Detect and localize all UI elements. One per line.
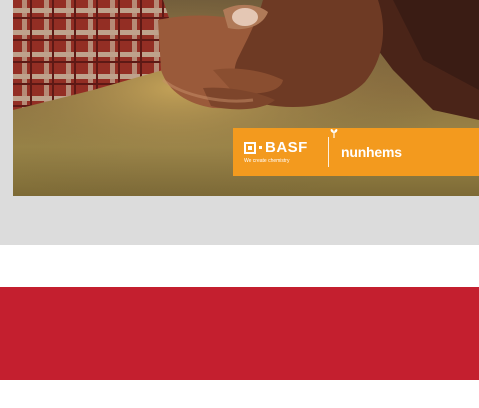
basf-square-icon <box>244 141 256 154</box>
section-spacer <box>0 245 479 287</box>
basf-dot-icon <box>259 146 262 149</box>
basf-logo: BASF We create chemistry <box>233 128 328 176</box>
basf-logo-text: BASF <box>265 139 308 156</box>
nunhems-logo-text: nunhems <box>341 144 402 160</box>
leaf-icon <box>330 129 338 138</box>
handshake-hero-image: BASF We create chemistry nunhems <box>13 0 479 196</box>
red-banner <box>0 287 479 380</box>
hero-panel: BASF We create chemistry nunhems <box>0 0 479 245</box>
nunhems-logo: nunhems <box>329 128 402 176</box>
basf-tagline: We create chemistry <box>244 158 290 164</box>
partner-logo-bar: BASF We create chemistry nunhems <box>233 128 479 176</box>
